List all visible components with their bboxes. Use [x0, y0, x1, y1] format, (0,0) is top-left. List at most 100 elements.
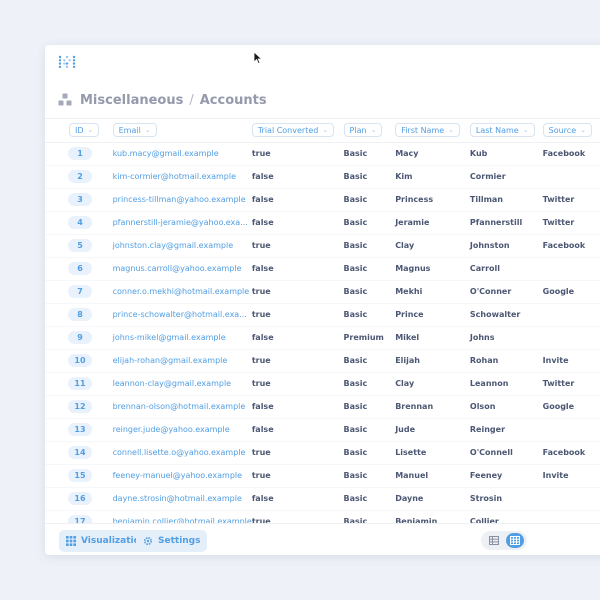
id-pill[interactable]: 9	[68, 331, 92, 344]
id-pill[interactable]: 13	[68, 423, 92, 436]
table-cell	[542, 257, 600, 281]
table-cell[interactable]: 1	[45, 142, 113, 166]
settings-label: Settings	[158, 536, 201, 546]
table-cell[interactable]: 15	[45, 464, 113, 488]
table-row[interactable]: 14 connell.lisette.o@yahoo.example true Bas…	[45, 441, 600, 465]
table-cell: true	[251, 464, 344, 488]
column-header-button[interactable]: First Name ⌄	[395, 123, 461, 138]
column-header-button[interactable]: Plan ⌄	[343, 123, 383, 138]
table-cell[interactable]: 2	[45, 165, 113, 189]
table-row[interactable]: 7 conner.o.mekhi@hotmail.example true Basic…	[45, 280, 600, 304]
table-cell[interactable]: 8	[45, 303, 113, 327]
table-cell[interactable]: prince-schowalter@hotmail.exa...	[112, 303, 252, 327]
table-cell[interactable]: conner.o.mekhi@hotmail.example	[112, 280, 252, 304]
gear-icon	[143, 536, 153, 546]
id-pill[interactable]: 15	[68, 469, 92, 482]
table-cell: Basic	[343, 165, 396, 189]
table-cell[interactable]: 4	[45, 211, 113, 235]
table-cell[interactable]: magnus.carroll@yahoo.example	[112, 257, 252, 281]
id-pill[interactable]: 1	[68, 147, 92, 160]
table-row[interactable]: 13 reinger.jude@yahoo.example false Basic Ju…	[45, 418, 600, 442]
table-row[interactable]: 16 dayne.strosin@hotmail.example false Basi…	[45, 487, 600, 511]
table-cell[interactable]: 9	[45, 326, 113, 350]
table-cell[interactable]: dayne.strosin@hotmail.example	[112, 487, 252, 511]
table-cell: Kim	[395, 165, 470, 189]
table-cell[interactable]: 14	[45, 441, 113, 465]
table-cell[interactable]: elijah-rohan@gmail.example	[112, 349, 252, 373]
column-header-button[interactable]: ID ⌄	[69, 123, 100, 138]
column-header-button[interactable]: Source ⌄	[542, 123, 592, 138]
table-row[interactable]: 17 benjamin.collier@hotmail.example true Ba…	[45, 510, 600, 523]
column-header-button[interactable]: Trial Converted ⌄	[251, 123, 335, 138]
table-row[interactable]: 4 pfannerstill-jeramie@yahoo.exa... false B…	[45, 211, 600, 235]
table-cell: false	[251, 165, 344, 189]
id-pill[interactable]: 16	[68, 492, 92, 505]
table-cell[interactable]: 16	[45, 487, 113, 511]
breadcrumb-parent[interactable]: Miscellaneous	[80, 93, 183, 108]
id-pill[interactable]: 6	[68, 262, 92, 275]
table-cell[interactable]: feeney-manuel@yahoo.example	[112, 464, 252, 488]
id-pill[interactable]: 10	[68, 354, 92, 367]
table-row[interactable]: 1 kub.macy@gmail.example true Basic Macy Kub F…	[45, 142, 600, 166]
id-pill[interactable]: 7	[68, 285, 92, 298]
table-row[interactable]: 15 feeney-manuel@yahoo.example true Basic Ma…	[45, 464, 600, 488]
table-cell: Basic	[343, 349, 396, 373]
table-row[interactable]: 2 kim-cormier@hotmail.example false Basic Ki…	[45, 165, 600, 189]
id-pill[interactable]: 3	[68, 193, 92, 206]
table-cell[interactable]: 5	[45, 234, 113, 258]
id-pill[interactable]: 11	[68, 377, 92, 390]
table-row[interactable]: 5 johnston.clay@gmail.example true Basic Cla…	[45, 234, 600, 258]
table-row[interactable]: 8 prince-schowalter@hotmail.exa... true Bas…	[45, 303, 600, 327]
grid-view-toggle[interactable]	[505, 533, 524, 548]
table-cell[interactable]: 10	[45, 349, 113, 373]
table-cell[interactable]: leannon-clay@gmail.example	[112, 372, 252, 396]
column-header-button[interactable]: Last Name ⌄	[469, 123, 535, 138]
chevron-down-icon: ⌄	[448, 126, 455, 135]
id-pill[interactable]: 8	[68, 308, 92, 321]
table-cell[interactable]: 11	[45, 372, 113, 396]
table-row[interactable]: 6 magnus.carroll@yahoo.example false Basic M…	[45, 257, 600, 281]
table-cell[interactable]: kub.macy@gmail.example	[112, 142, 252, 166]
table-row[interactable]: 3 princess-tillman@yahoo.example false Basi…	[45, 188, 600, 212]
table-cell[interactable]: johns-mikel@gmail.example	[112, 326, 252, 350]
table-cell[interactable]: 6	[45, 257, 113, 281]
table-cell[interactable]: 13	[45, 418, 113, 442]
table-cell: Twitter	[542, 372, 600, 396]
table-cell: Jeramie	[395, 211, 470, 235]
table-cell: Basic	[343, 441, 396, 465]
table-row[interactable]: 12 brennan-olson@hotmail.example false Basi…	[45, 395, 600, 419]
table-cell: Lisette	[395, 441, 470, 465]
column-header-button[interactable]: Email ⌄	[112, 123, 157, 138]
table-cell[interactable]: pfannerstill-jeramie@yahoo.exa...	[112, 211, 252, 235]
table-cell: Mikel	[395, 326, 470, 350]
table-cell[interactable]: 17	[45, 510, 113, 523]
table-row[interactable]: 9 johns-mikel@gmail.example false Premium Mi…	[45, 326, 600, 350]
table-row[interactable]: 10 elijah-rohan@gmail.example true Basic Eli…	[45, 349, 600, 373]
table-cell[interactable]: connell.lisette.o@yahoo.example	[112, 441, 252, 465]
table-cell: false	[251, 418, 344, 442]
table-cell[interactable]: 7	[45, 280, 113, 304]
column-header: Plan ⌄	[343, 119, 396, 143]
table-cell[interactable]: reinger.jude@yahoo.example	[112, 418, 252, 442]
view-toggle[interactable]	[481, 531, 527, 550]
table-cell[interactable]: kim-cormier@hotmail.example	[112, 165, 252, 189]
id-pill[interactable]: 4	[68, 216, 92, 229]
table-cell[interactable]: benjamin.collier@hotmail.example	[112, 510, 252, 523]
metabase-logo-icon[interactable]	[58, 55, 76, 69]
table-cell: true	[251, 372, 344, 396]
table-cell[interactable]: 3	[45, 188, 113, 212]
id-pill[interactable]: 2	[68, 170, 92, 183]
id-pill[interactable]: 14	[68, 446, 92, 459]
table-view-toggle[interactable]	[485, 533, 503, 548]
settings-button[interactable]: Settings	[136, 530, 208, 552]
table-cell[interactable]: 12	[45, 395, 113, 419]
id-pill[interactable]: 5	[68, 239, 92, 252]
table-cell[interactable]: princess-tillman@yahoo.example	[112, 188, 252, 212]
table-row[interactable]: 11 leannon-clay@gmail.example true Basic Cla…	[45, 372, 600, 396]
id-pill[interactable]: 12	[68, 400, 92, 413]
table-cell[interactable]: johnston.clay@gmail.example	[112, 234, 252, 258]
table-cell[interactable]: brennan-olson@hotmail.example	[112, 395, 252, 419]
results-table-container[interactable]: ID ⌄ Email ⌄ Trial Converted ⌄ Plan ⌄ First Name…	[45, 118, 600, 523]
chevron-down-icon: ⌄	[87, 126, 94, 135]
id-pill[interactable]: 17	[68, 515, 92, 523]
